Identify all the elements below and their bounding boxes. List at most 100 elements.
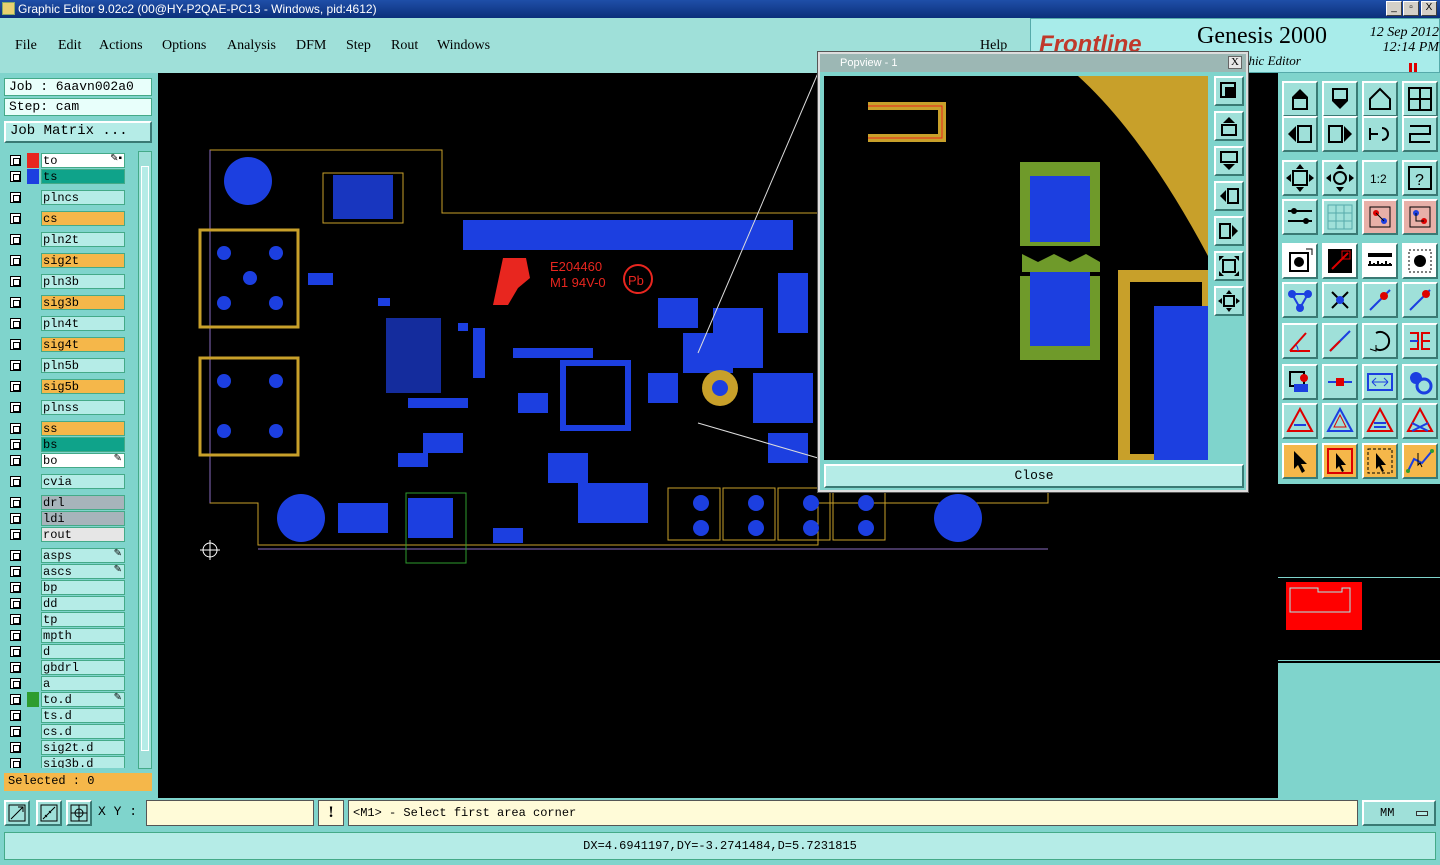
split-view-icon[interactable] xyxy=(1402,81,1438,117)
layer-checkbox[interactable] xyxy=(10,678,21,689)
pointer-select-icon[interactable] xyxy=(1362,443,1398,479)
layer-name[interactable]: bo xyxy=(41,453,125,468)
layer-checkbox[interactable] xyxy=(10,614,21,625)
connect-icon[interactable] xyxy=(1282,282,1318,318)
layer-name[interactable]: rout xyxy=(41,527,125,542)
layer-name[interactable]: drl xyxy=(41,495,125,510)
layer-name[interactable]: pln4t xyxy=(41,316,125,331)
layer-name[interactable]: d xyxy=(41,644,125,659)
layer-row-sig3b-d[interactable]: sig3b.d xyxy=(6,756,126,768)
popview-close-button[interactable]: Close xyxy=(824,464,1244,488)
home-up-icon[interactable] xyxy=(1282,81,1318,117)
layer-row-gbdrl[interactable]: gbdrl xyxy=(6,660,126,675)
menu-analysis[interactable]: Analysis xyxy=(227,38,276,54)
restore-button[interactable]: ▫ xyxy=(1403,1,1419,16)
zoom-area-icon[interactable] xyxy=(4,800,30,826)
layer-name[interactable]: pln3b xyxy=(41,274,125,289)
layer-row-ldi[interactable]: ldi xyxy=(6,511,126,526)
layer-name[interactable]: ldi xyxy=(41,511,125,526)
layer-row-plnss[interactable]: plnss xyxy=(6,400,126,415)
layer-name[interactable]: cs xyxy=(41,211,125,226)
scale-1-2-icon[interactable]: 1:2 xyxy=(1362,160,1398,196)
layer-row-rout[interactable]: rout xyxy=(6,527,126,542)
layer-row-sig2t[interactable]: sig2t xyxy=(6,253,126,268)
layer-row-tp[interactable]: tp xyxy=(6,612,126,627)
ruler-icon[interactable] xyxy=(1362,243,1398,279)
layer-row-d[interactable]: d xyxy=(6,644,126,659)
layer-row-pln4t[interactable]: pln4t xyxy=(6,316,126,331)
home-down-icon[interactable] xyxy=(1322,81,1358,117)
snap-icon[interactable] xyxy=(1362,282,1398,318)
layer-checkbox[interactable] xyxy=(10,742,21,753)
nets-alt-icon[interactable] xyxy=(1402,199,1438,235)
layer-checkbox[interactable] xyxy=(10,529,21,540)
layer-checkbox[interactable] xyxy=(10,598,21,609)
split-icon[interactable] xyxy=(1322,364,1358,400)
route-icon[interactable] xyxy=(1402,282,1438,318)
layer-row-sig4t[interactable]: sig4t xyxy=(6,337,126,352)
scrollbar-thumb[interactable] xyxy=(141,166,149,751)
layer-name[interactable]: pln2t xyxy=(41,232,125,247)
minimize-button[interactable]: _ xyxy=(1386,1,1402,16)
xy-input[interactable] xyxy=(146,800,314,826)
layer-checkbox[interactable] xyxy=(10,381,21,392)
arrow-right-box-icon[interactable] xyxy=(1322,116,1358,152)
layer-name[interactable]: ss xyxy=(41,421,125,436)
help-query-icon[interactable]: ? xyxy=(1402,160,1438,196)
slash-icon[interactable] xyxy=(1322,323,1358,359)
layer-checkbox[interactable] xyxy=(10,192,21,203)
layer-checkbox[interactable] xyxy=(10,234,21,245)
layer-checkbox[interactable] xyxy=(10,155,21,166)
layer-row-sig3b[interactable]: sig3b xyxy=(6,295,126,310)
triangle-b-icon[interactable] xyxy=(1362,403,1398,439)
layer-checkbox[interactable] xyxy=(10,630,21,641)
menu-actions[interactable]: Actions xyxy=(99,38,143,54)
layer-row-bp[interactable]: bp xyxy=(6,580,126,595)
layer-checkbox[interactable] xyxy=(10,710,21,721)
layer-name[interactable]: plncs xyxy=(41,190,125,205)
nets-icon[interactable] xyxy=(1362,199,1398,235)
layer-row-a[interactable]: a xyxy=(6,676,126,691)
redraw-icon[interactable] xyxy=(1402,116,1438,152)
layer-name[interactable]: asps xyxy=(41,548,125,563)
overview-map[interactable] xyxy=(1278,484,1440,664)
popview-close-icon[interactable]: X xyxy=(1228,56,1242,69)
layer-name[interactable]: tp xyxy=(41,612,125,627)
triangle-c-icon[interactable] xyxy=(1402,403,1438,439)
layer-checkbox[interactable] xyxy=(10,439,21,450)
layer-checkbox[interactable] xyxy=(10,360,21,371)
popview-tool-5[interactable] xyxy=(1214,216,1244,246)
angle-icon[interactable] xyxy=(1282,323,1318,359)
menu-file[interactable]: File xyxy=(15,38,37,54)
measure-icon[interactable] xyxy=(36,800,62,826)
popview-tool-7[interactable] xyxy=(1214,286,1244,316)
layer-row-mpth[interactable]: mpth xyxy=(6,628,126,643)
layer-name[interactable]: sig4t xyxy=(41,337,125,352)
layer-row-sig5b[interactable]: sig5b xyxy=(6,379,126,394)
feature-icon[interactable] xyxy=(1402,323,1438,359)
select-pad-icon[interactable] xyxy=(1402,243,1438,279)
layer-checkbox[interactable] xyxy=(10,339,21,350)
pointer-icon[interactable] xyxy=(1282,443,1318,479)
job-matrix-button[interactable]: Job Matrix ... xyxy=(4,121,152,143)
popview-title-bar[interactable]: Popview - 1 xyxy=(820,54,1246,72)
layer-checkbox[interactable] xyxy=(10,255,21,266)
units-selector[interactable]: MM xyxy=(1362,800,1436,826)
layer-checkbox[interactable] xyxy=(10,726,21,737)
layer-name[interactable]: plnss xyxy=(41,400,125,415)
triangle-a-icon[interactable] xyxy=(1322,403,1358,439)
popview-tool-4[interactable] xyxy=(1214,181,1244,211)
pointer-box-icon[interactable] xyxy=(1322,443,1358,479)
layer-row-cs[interactable]: cs xyxy=(6,211,126,226)
menu-dfm[interactable]: DFM xyxy=(296,38,326,54)
arrow-left-box-icon[interactable] xyxy=(1282,116,1318,152)
house-icon[interactable] xyxy=(1362,81,1398,117)
arc-icon[interactable] xyxy=(1362,323,1398,359)
menu-rout[interactable]: Rout xyxy=(391,38,418,54)
layer-name[interactable]: sig3b.d xyxy=(41,756,125,768)
popview-tool-6[interactable] xyxy=(1214,251,1244,281)
layer-name[interactable]: mpth xyxy=(41,628,125,643)
layer-row-bo[interactable]: bo ✎ xyxy=(6,453,126,468)
rotate-icon[interactable] xyxy=(1362,116,1398,152)
layer-checkbox[interactable] xyxy=(10,550,21,561)
